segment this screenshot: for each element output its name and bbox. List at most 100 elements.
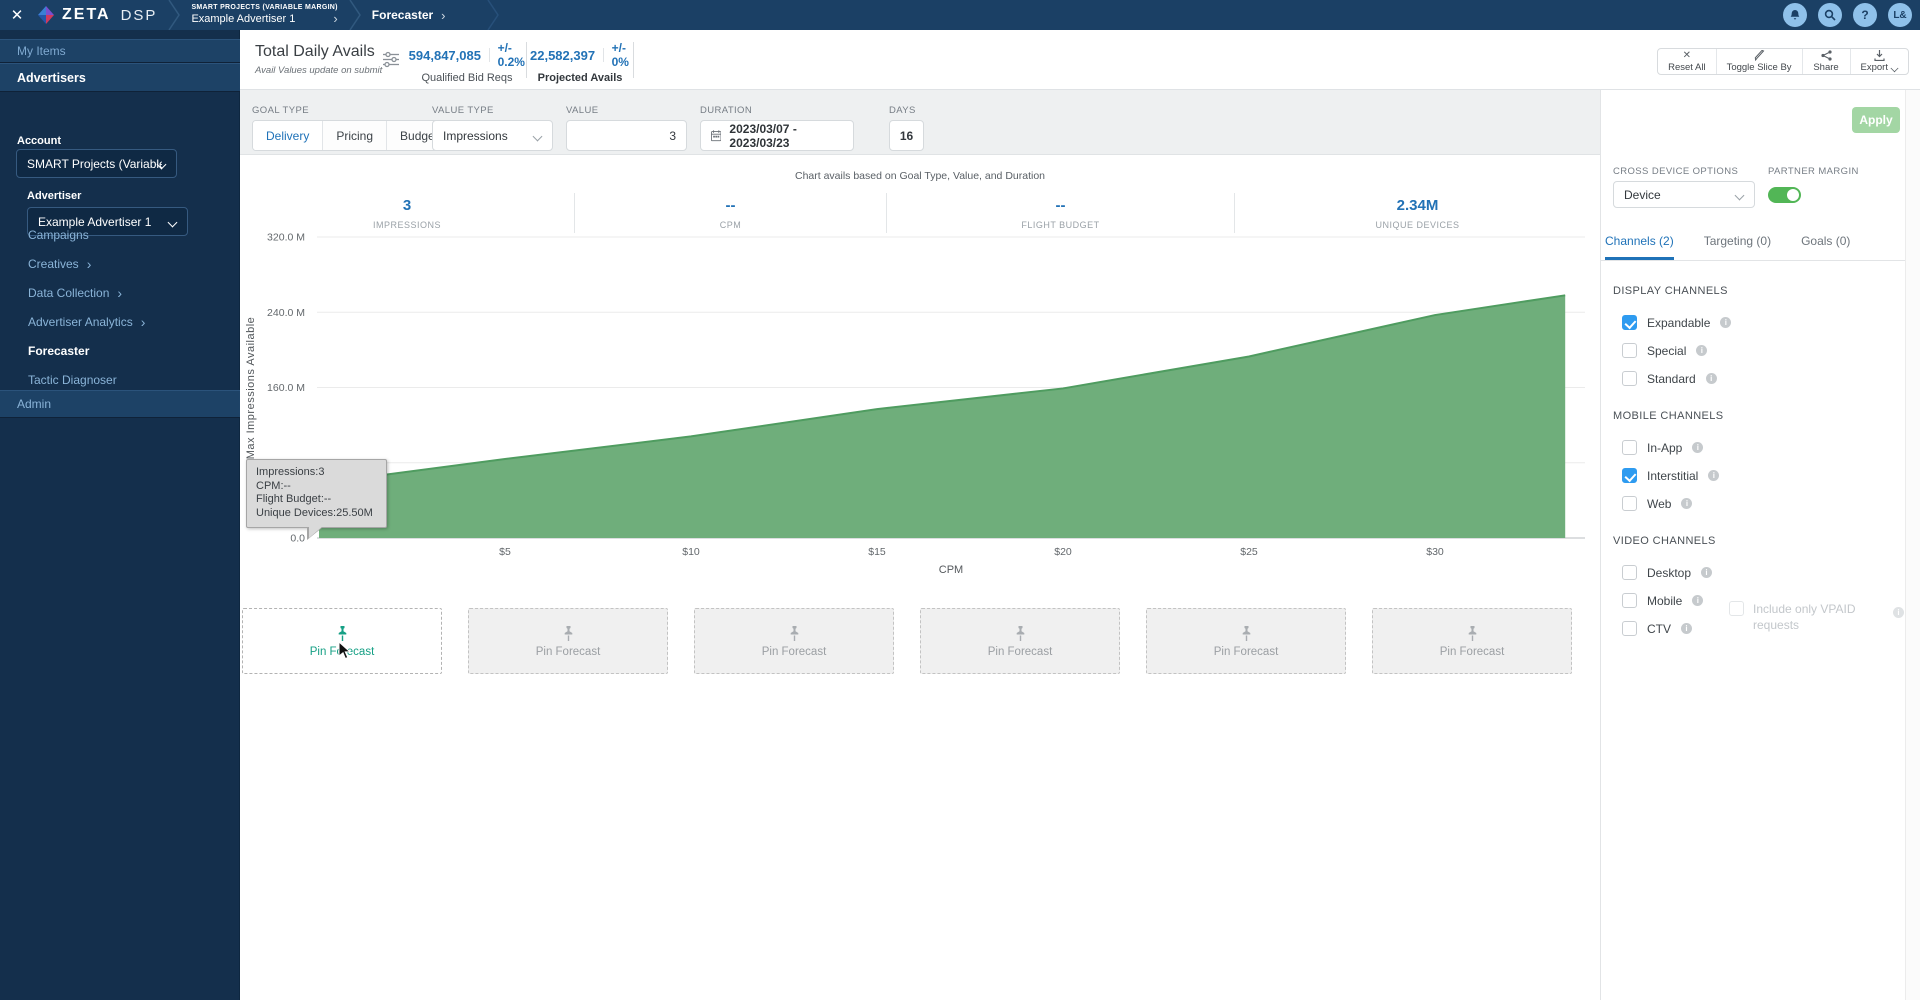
checkbox-in-app[interactable] (1622, 440, 1637, 455)
partner-margin-toggle[interactable] (1768, 187, 1801, 203)
sliders-icon[interactable] (382, 51, 400, 68)
pin-forecast-button-6[interactable]: Pin Forecast (1372, 608, 1572, 674)
days-label: DAYS (889, 105, 916, 116)
chevron-right-icon: › (87, 259, 92, 269)
avails-chart[interactable]: 320.0 M240.0 M160.0 M80.0 M0.0$5$10$15$2… (240, 225, 1600, 585)
forecast-controls: GOAL TYPE Delivery Pricing Budget VALUE … (240, 90, 1600, 155)
info-icon[interactable]: i (1692, 442, 1703, 453)
info-icon[interactable]: i (1681, 623, 1692, 634)
help-button[interactable]: ? (1853, 3, 1877, 27)
channel-expandable: Expandable i (1613, 315, 1894, 330)
avatar[interactable]: L& (1888, 3, 1912, 27)
sidebar-item-my-items[interactable]: My Items (0, 39, 240, 63)
pin-forecast-button-3[interactable]: Pin Forecast (694, 608, 894, 674)
share-icon (1821, 50, 1832, 61)
top-nav-bar: ✕ ZETA DSP SMART PROJECTS (VARIABLE MARG… (0, 0, 1920, 30)
tab-goals[interactable]: Goals (0) (1801, 226, 1850, 260)
sidebar-item-campaigns[interactable]: Campaigns (0, 220, 240, 249)
pin-icon (788, 625, 801, 642)
info-icon[interactable]: i (1706, 373, 1717, 384)
divider (603, 48, 604, 62)
svg-text:$15: $15 (868, 546, 886, 558)
sidebar-item-advertisers[interactable]: Advertisers (0, 63, 240, 92)
question-icon: ? (1861, 8, 1868, 22)
pin-icon (1240, 625, 1253, 642)
sidebar-item-admin[interactable]: Admin (0, 390, 240, 418)
pin-forecast-button-1[interactable]: Pin Forecast (242, 608, 442, 674)
channel-desktop: Desktop i (1613, 565, 1894, 580)
chevron-right-icon[interactable]: › (441, 8, 445, 23)
x-icon: ✕ (1683, 50, 1691, 61)
sidebar-nav: Campaigns Creatives› Data Collection› Ad… (0, 220, 240, 394)
notifications-button[interactable] (1783, 3, 1807, 27)
breadcrumb[interactable]: SMART PROJECTS (VARIABLE MARGIN) Example… (191, 4, 337, 27)
info-icon[interactable]: i (1681, 498, 1692, 509)
checkbox-web[interactable] (1622, 496, 1637, 511)
info-icon[interactable]: i (1692, 595, 1703, 606)
sidebar-item-advertiser-analytics[interactable]: Advertiser Analytics› (0, 307, 240, 336)
cross-device-options-label: CROSS DEVICE OPTIONS (1613, 166, 1738, 177)
info-icon[interactable]: i (1720, 317, 1731, 328)
pin-forecast-button-5[interactable]: Pin Forecast (1146, 608, 1346, 674)
brand-dsp: DSP (121, 7, 158, 24)
goal-type-pricing-button[interactable]: Pricing (322, 121, 386, 150)
close-icon[interactable]: ✕ (0, 6, 34, 24)
sidebar-item-forecaster[interactable]: Forecaster (0, 336, 240, 365)
checkbox-interstitial[interactable] (1622, 468, 1637, 483)
breadcrumb-page[interactable]: Forecaster › (372, 8, 446, 23)
search-icon (1824, 9, 1836, 21)
checkbox-desktop[interactable] (1622, 565, 1637, 580)
breadcrumb-account: SMART PROJECTS (VARIABLE MARGIN) (191, 4, 337, 12)
apply-button[interactable]: Apply (1852, 107, 1900, 133)
duration-datepicker[interactable]: 2023/03/07 - 2023/03/23 (700, 120, 854, 151)
search-button[interactable] (1818, 3, 1842, 27)
sidebar-item-creatives[interactable]: Creatives› (0, 249, 240, 278)
chevron-right-icon[interactable]: › (333, 12, 337, 27)
checkbox-standard[interactable] (1622, 371, 1637, 386)
projected-avails-value: 22,582,397 (530, 48, 595, 63)
checkbox-expandable[interactable] (1622, 315, 1637, 330)
reset-all-button[interactable]: ✕ Reset All (1658, 49, 1716, 74)
divider (633, 42, 634, 78)
chevron-down-icon (1892, 65, 1898, 71)
tab-channels[interactable]: Channels (2) (1605, 226, 1674, 260)
svg-text:0.0: 0.0 (290, 533, 305, 545)
video-channels-title: VIDEO CHANNELS (1613, 535, 1894, 547)
page-title: Total Daily Avails (255, 43, 382, 61)
checkbox-vpaid[interactable] (1729, 601, 1744, 616)
toggle-slice-by-button[interactable]: Toggle Slice By (1716, 49, 1802, 74)
account-select[interactable]: SMART Projects (Variable M (16, 149, 177, 178)
video-channels-group: VIDEO CHANNELS Desktop i Mobile i CTV i … (1613, 535, 1894, 636)
share-button[interactable]: Share (1802, 49, 1850, 74)
value-type-select[interactable]: Impressions (432, 120, 553, 151)
pin-forecast-button-2[interactable]: Pin Forecast (468, 608, 668, 674)
info-icon[interactable]: i (1708, 470, 1719, 481)
divider (489, 48, 490, 62)
channel-web: Web i (1613, 496, 1894, 511)
zeta-logo[interactable]: ZETA DSP (36, 5, 157, 25)
svg-text:$5: $5 (499, 546, 511, 558)
info-icon[interactable]: i (1701, 567, 1712, 578)
pin-icon (336, 625, 349, 642)
vpaid-label: Include only VPAID requests (1753, 601, 1863, 633)
goal-type-delivery-button[interactable]: Delivery (253, 121, 322, 150)
qualified-bid-reqs-stat: 594,847,085 +/- 0.2% Qualified Bid Reqs (412, 41, 522, 84)
export-button[interactable]: Export (1850, 49, 1908, 74)
checkbox-ctv[interactable] (1622, 621, 1637, 636)
checkbox-special[interactable] (1622, 343, 1637, 358)
pencil-icon (1753, 50, 1765, 61)
pin-forecast-button-4[interactable]: Pin Forecast (920, 608, 1120, 674)
scrollbar-track[interactable] (1905, 90, 1920, 1000)
info-icon[interactable]: i (1893, 607, 1904, 618)
cross-device-select[interactable]: Device (1613, 181, 1755, 208)
vpaid-option: Include only VPAID requests i (1729, 601, 1904, 633)
goal-type-segmented: Delivery Pricing Budget (252, 120, 452, 151)
projected-avails-delta: +/- 0% (612, 41, 630, 69)
value-input[interactable] (566, 120, 687, 151)
checkbox-mobile[interactable] (1622, 593, 1637, 608)
tab-targeting[interactable]: Targeting (0) (1704, 226, 1771, 260)
info-icon[interactable]: i (1696, 345, 1707, 356)
svg-text:Max Impressions Available: Max Impressions Available (245, 317, 257, 460)
channel-standard: Standard i (1613, 371, 1894, 386)
sidebar-item-data-collection[interactable]: Data Collection› (0, 278, 240, 307)
